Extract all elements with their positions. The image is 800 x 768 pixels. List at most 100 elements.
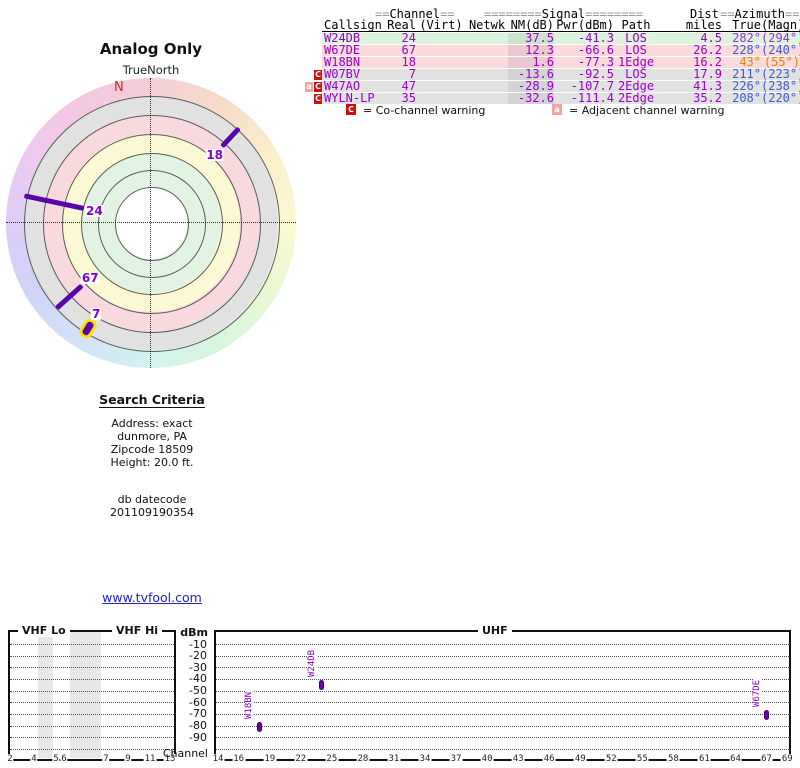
station-marker-W67DE xyxy=(764,709,770,720)
uhf-channel-tick: 61 xyxy=(698,754,711,765)
uhf-band-label: UHF xyxy=(478,624,512,637)
uhf-channel-tick: 34 xyxy=(418,754,432,765)
uhf-panel xyxy=(214,630,791,761)
uhf-channel-tick: 40 xyxy=(480,754,494,765)
db-datecode-value: 201109190354 xyxy=(110,506,194,519)
cell-channel-virt xyxy=(416,33,466,44)
cell-nm-db: -32.6 xyxy=(508,92,554,104)
search-height-line: Height: 20.0 ft. xyxy=(110,456,194,469)
uhf-channel-tick: 49 xyxy=(573,754,587,765)
vhf-channel-tick: 6 xyxy=(60,754,68,765)
co-channel-warning-icon: C xyxy=(314,94,322,104)
co-channel-warning-icon: C xyxy=(346,104,356,115)
dbm-gridline xyxy=(216,644,789,645)
site-link-wrap: www.tvfool.com xyxy=(32,587,272,606)
tvfool-report-page: Analog Only TrueNorth 18 24 67 7 N ==Channe… xyxy=(0,0,800,768)
radar-plot: 18 24 67 7 xyxy=(5,75,297,371)
station-label-W24DB: W24DB xyxy=(306,649,317,679)
dbm-tick-label: -90 xyxy=(189,730,207,744)
spoke-channel-label: 24 xyxy=(85,203,104,218)
row-cells: W67DE6712.3-66.6LOS26.2228°(240°) xyxy=(322,44,800,57)
search-zip-line: Zipcode 18509 xyxy=(110,443,194,456)
dbm-gridline xyxy=(216,713,789,715)
dbm-gridline xyxy=(216,678,789,680)
vhf-gap-band xyxy=(70,632,101,758)
dbm-tick-label: -80 xyxy=(189,719,207,733)
cell-dist-miles: 35.2 xyxy=(658,92,722,104)
dbm-tick-label: -70 xyxy=(189,707,207,721)
col-header-true: True xyxy=(732,18,761,32)
warning-slot xyxy=(305,57,322,69)
table-column-header-row: Callsign Real (Virt) Netwk NM(dB) Pwr(dB… xyxy=(322,19,800,31)
row-cells: W24DB2437.5-41.3LOS4.5282°(294°) xyxy=(322,32,800,45)
vhf-channel-tick: 7 xyxy=(102,754,110,765)
dbm-tick-label: -60 xyxy=(189,695,207,709)
spoke-channel-label: 7 xyxy=(90,307,102,322)
uhf-channel-tick: 58 xyxy=(666,754,680,765)
cell-channel-virt xyxy=(416,45,466,56)
table-header-underline xyxy=(322,31,800,32)
cell-channel-virt xyxy=(416,57,466,68)
dbm-gridline xyxy=(216,690,789,692)
spoke-channel-label: 18 xyxy=(205,147,225,162)
vhf-channel-tick: 5 xyxy=(52,754,60,765)
dbm-axis-label: dBm xyxy=(180,626,208,639)
dbm-gridline xyxy=(216,667,789,669)
dbm-gridline xyxy=(216,725,789,727)
vhf-lo-band-label: VHF Lo xyxy=(18,624,70,637)
uhf-channel-tick: 22 xyxy=(294,754,308,765)
search-criteria-block: Search Criteria Address: exact dunmore, … xyxy=(32,389,272,519)
search-city-line: dunmore, PA xyxy=(117,430,187,443)
co-channel-warning-icon: C xyxy=(314,82,322,92)
station-label-W67DE: W67DE xyxy=(751,678,762,708)
radar-crosshair-vertical xyxy=(150,78,151,368)
cell-network xyxy=(466,93,508,104)
co-channel-warning-label: = Co-channel warning xyxy=(363,104,486,117)
station-marker-W24DB xyxy=(319,680,324,691)
co-channel-warning-icon: C xyxy=(314,70,322,80)
row-cells: W07BV7-13.6-92.5LOS17.9211°(223°) xyxy=(322,68,800,81)
cell-channel-virt xyxy=(416,93,466,104)
uhf-channel-tick: 67 xyxy=(760,754,773,765)
vhf-channel-tick: 9 xyxy=(124,754,132,765)
uhf-channel-tick: 64 xyxy=(729,754,742,765)
uhf-channel-tick: 46 xyxy=(542,754,556,765)
station-marker-W18BN xyxy=(256,722,262,733)
cell-azimuth-true: 208° xyxy=(722,92,761,104)
warning-slot xyxy=(305,33,322,45)
cell-path: 2Edge xyxy=(614,92,658,104)
cell-channel-virt xyxy=(416,69,466,80)
tvfool-link[interactable]: www.tvfool.com xyxy=(102,590,202,605)
spoke-channel-label: 67 xyxy=(80,270,100,285)
vhf-gap-band xyxy=(38,632,53,758)
cell-pwr-dbm: -111.4 xyxy=(554,92,614,104)
dbm-gridline xyxy=(216,748,789,750)
vhf-channel-tick: 4 xyxy=(30,754,38,765)
col-header-pwr: Pwr(dBm) xyxy=(556,18,614,32)
dbm-gridline xyxy=(216,702,789,704)
cell-network xyxy=(466,57,508,68)
dbm-gridline xyxy=(216,655,789,657)
row-cells: W47AO47-28.9-107.72Edge41.3226°(238°) xyxy=(322,80,800,93)
dbm-tick-label: -20 xyxy=(189,649,207,663)
adjacent-channel-warning-icon: a xyxy=(552,104,562,115)
vhf-channel-tick: 2 xyxy=(6,754,14,765)
uhf-channel-tick: 37 xyxy=(449,754,463,765)
col-header-real: Real xyxy=(387,18,416,32)
compass-n-label: N xyxy=(114,80,124,95)
radar-crosshair-horizontal xyxy=(6,222,296,223)
warning-slot: aC xyxy=(305,81,322,93)
uhf-channel-tick: 52 xyxy=(604,754,618,765)
uhf-channel-tick: 55 xyxy=(635,754,649,765)
warning-slot xyxy=(305,45,322,57)
col-header-path: Path xyxy=(621,18,651,32)
dbm-gridline xyxy=(216,737,789,739)
cell-network xyxy=(466,81,508,92)
warning-legend: C = Co-channel warning a = Adjacent chan… xyxy=(0,104,800,117)
cell-callsign: WYLN-LP xyxy=(322,92,386,104)
col-header-miles: miles xyxy=(685,18,722,32)
dbm-tick-label: -10 xyxy=(189,637,207,651)
db-datecode-label: db datecode xyxy=(117,493,187,506)
adjacent-channel-warning-label: = Adjacent channel warning xyxy=(569,104,725,117)
col-header-netwk: Netwk xyxy=(468,18,506,32)
